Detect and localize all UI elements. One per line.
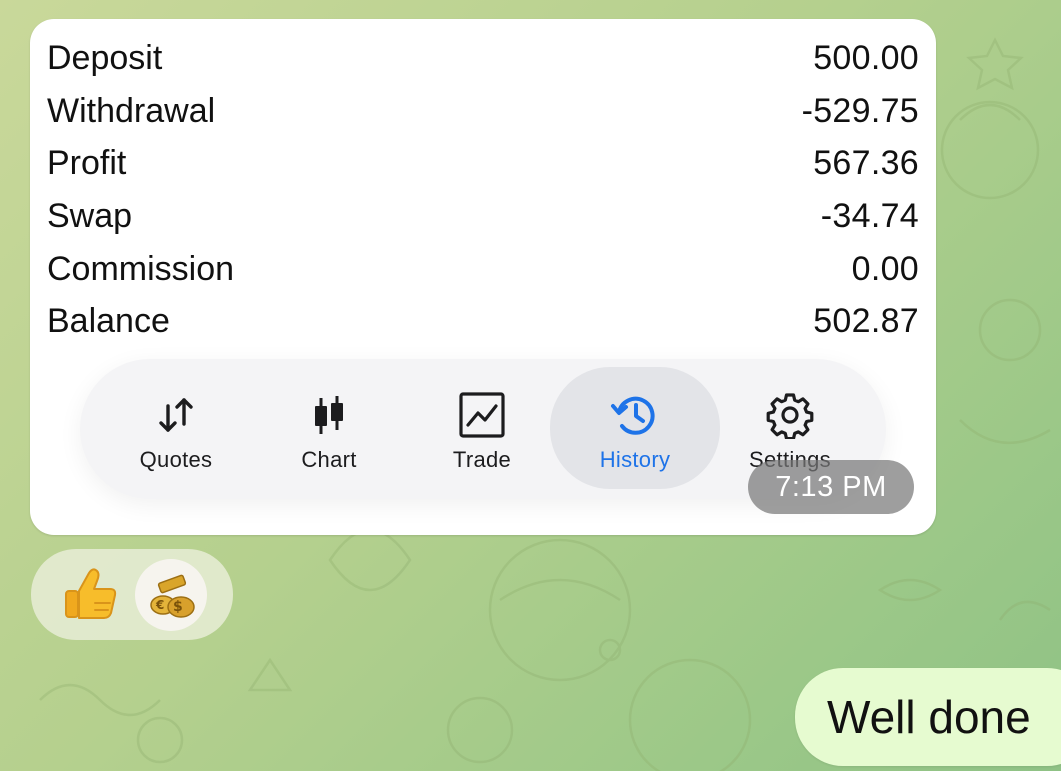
row-value: -529.75 <box>801 91 919 130</box>
tab-label: Trade <box>452 447 512 472</box>
row-label: Commission <box>47 249 235 288</box>
trade-chart-icon <box>458 391 506 439</box>
row-value: 0.00 <box>851 249 919 288</box>
outgoing-message-bubble: Well done <box>795 668 1061 766</box>
tab-label: Quotes <box>139 447 213 472</box>
tab-trade[interactable]: Trade <box>397 367 567 489</box>
incoming-message-bubble: Deposit 500.00 Withdrawal -529.75 Profit… <box>30 19 936 535</box>
quotes-arrows-icon <box>153 391 199 439</box>
outgoing-message-text: Well done <box>827 691 1031 743</box>
row-value: 502.87 <box>813 301 919 340</box>
gear-icon <box>766 391 814 439</box>
row-label: Withdrawal <box>47 91 216 130</box>
row-label: Deposit <box>47 38 163 77</box>
summary-row-balance: Balance 502.87 <box>47 295 919 347</box>
row-label: Balance <box>47 301 170 340</box>
row-value: 567.36 <box>813 143 919 182</box>
history-clock-icon <box>610 391 660 439</box>
summary-row-deposit: Deposit 500.00 <box>47 32 919 84</box>
summary-row-withdrawal: Withdrawal -529.75 <box>47 85 919 137</box>
row-label: Profit <box>47 143 127 182</box>
message-timestamp: 7:13 PM <box>748 460 914 514</box>
summary-row-swap: Swap -34.74 <box>47 190 919 242</box>
row-value: -34.74 <box>820 196 919 235</box>
summary-row-commission: Commission 0.00 <box>47 243 919 295</box>
tab-label: History <box>599 447 671 472</box>
row-value: 500.00 <box>813 38 919 77</box>
tab-chart[interactable]: Chart <box>244 367 414 489</box>
message-reactions[interactable]: $ € <box>31 549 233 640</box>
gold-money-avatar[interactable]: $ € <box>135 559 207 631</box>
svg-text:€: € <box>155 598 164 612</box>
svg-text:$: $ <box>173 599 183 615</box>
row-label: Swap <box>47 196 133 235</box>
tab-label: Chart <box>301 447 357 472</box>
summary-row-profit: Profit 567.36 <box>47 137 919 189</box>
thumbs-up-icon[interactable] <box>57 561 123 627</box>
candlestick-icon <box>306 391 352 439</box>
tab-quotes[interactable]: Quotes <box>91 367 261 489</box>
tab-history[interactable]: History <box>550 367 720 489</box>
